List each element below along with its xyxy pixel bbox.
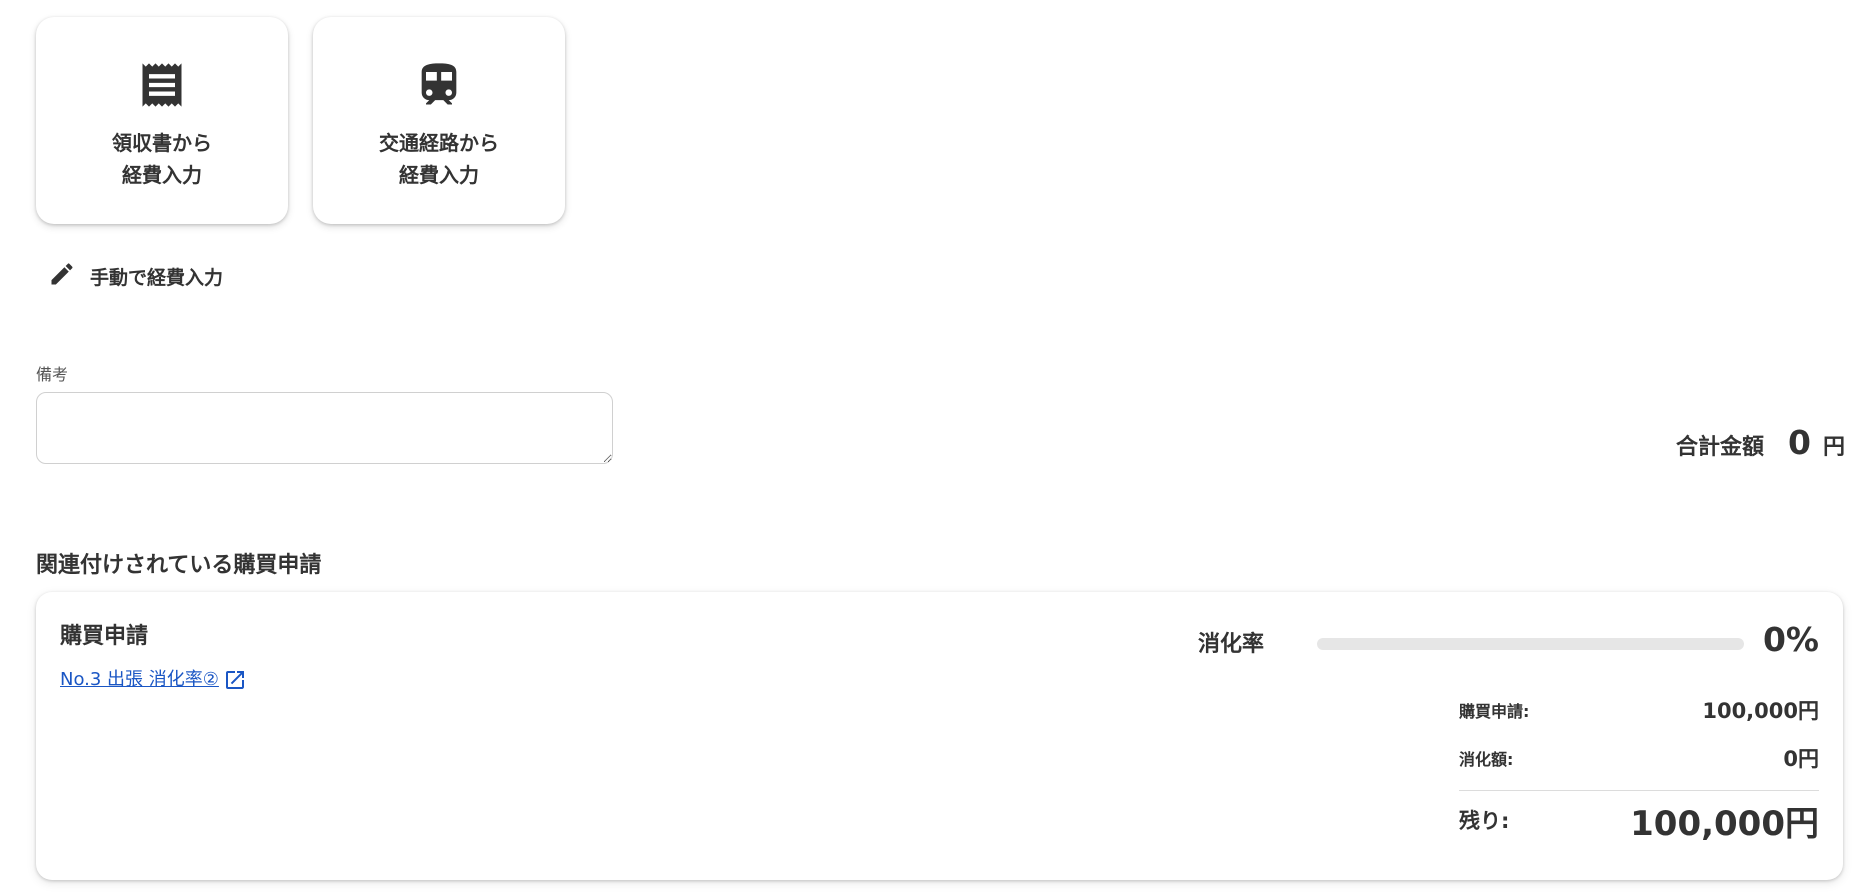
receipt-entry-line2: 経費入力	[122, 163, 202, 187]
consumed-amount-label: 消化額:	[1459, 750, 1514, 769]
external-link-icon	[223, 668, 247, 692]
request-amount-value: 100,000円	[1702, 699, 1819, 723]
expense-entry-page: 領収書から 経費入力 交通経路から 経費入力 手動で経費入力 備考 合計金額 0…	[0, 0, 1875, 893]
remarks-label: 備考	[36, 365, 69, 384]
purchase-request-card: 購買申請 No.3 出張 消化率② 消化率 0% 購買申請: 100,000円 …	[36, 592, 1843, 880]
pencil-icon	[48, 260, 76, 292]
total-amount-label: 合計金額	[1676, 435, 1765, 460]
receipt-entry-label: 領収書から 経費入力	[112, 127, 212, 191]
transit-route-entry-line1: 交通経路から	[379, 131, 499, 155]
purchase-request-link[interactable]: No.3 出張 消化率②	[60, 664, 247, 692]
breakdown-divider	[1459, 790, 1819, 791]
consumed-amount-row: 消化額: 0円	[1459, 740, 1819, 776]
request-amount-row: 購買申請: 100,000円	[1459, 692, 1819, 728]
receipt-entry-card[interactable]: 領収書から 経費入力	[36, 17, 288, 224]
related-purchase-requests-title: 関連付けされている購買申請	[36, 553, 322, 578]
receipt-entry-line1: 領収書から	[112, 131, 212, 155]
request-amount-label: 購買申請:	[1459, 702, 1530, 721]
train-icon	[411, 57, 467, 113]
purchase-request-title: 購買申請	[60, 624, 149, 649]
consumption-rate-label: 消化率	[1198, 632, 1265, 657]
remaining-amount-value: 100,000円	[1630, 803, 1819, 844]
remaining-amount-row: 残り: 100,000円	[1459, 795, 1819, 845]
manual-entry-button[interactable]: 手動で経費入力	[48, 256, 223, 296]
remarks-input[interactable]	[36, 392, 613, 464]
transit-route-entry-line2: 経費入力	[399, 163, 479, 187]
consumption-rate-bar	[1317, 638, 1744, 650]
remaining-amount-label: 残り:	[1459, 809, 1510, 833]
amount-breakdown: 購買申請: 100,000円 消化額: 0円 残り: 100,000円	[1459, 692, 1819, 845]
total-amount: 合計金額 0 円	[1676, 423, 1845, 462]
total-amount-unit: 円	[1822, 435, 1845, 460]
consumption-rate-value: 0%	[1762, 620, 1819, 659]
transit-route-entry-card[interactable]: 交通経路から 経費入力	[313, 17, 565, 224]
purchase-request-link-text: No.3 出張 消化率②	[60, 669, 219, 690]
transit-route-entry-label: 交通経路から 経費入力	[379, 127, 499, 191]
receipt-icon	[134, 57, 190, 113]
total-amount-value: 0	[1788, 423, 1811, 462]
manual-entry-label: 手動で経費入力	[90, 266, 224, 289]
consumed-amount-value: 0円	[1783, 747, 1819, 771]
